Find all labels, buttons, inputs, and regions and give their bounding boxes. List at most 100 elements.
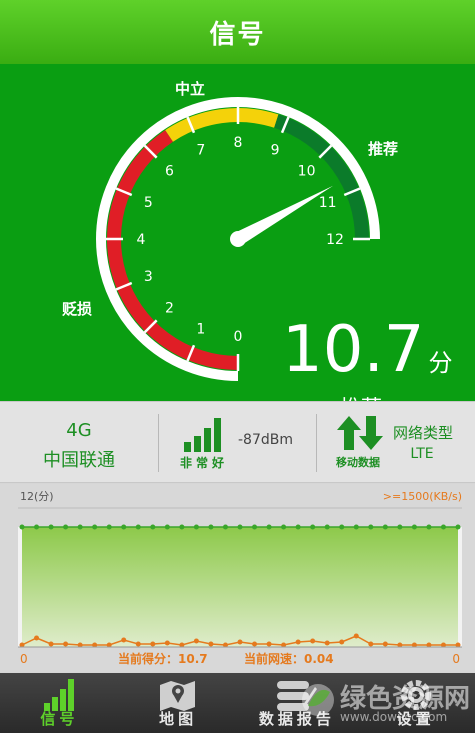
signal-score-readout: 10.7 分 [282, 314, 467, 386]
signal-gauge-panel: 0123456789101112 中立 推荐 贬损 10.7分 推荐 [0, 64, 475, 420]
score-point [121, 524, 127, 530]
speed-point [353, 633, 359, 639]
score-point [339, 524, 345, 530]
score-point [324, 524, 330, 530]
speed-point [324, 640, 330, 646]
score-point [281, 524, 287, 530]
signal-score-value: 10.7 [282, 313, 425, 387]
gauge-zone-poor: 贬损 [62, 300, 93, 318]
gauge-tick-label: 12 [326, 232, 344, 248]
score-point [353, 524, 359, 530]
score-point [135, 524, 141, 530]
speed-point [339, 639, 345, 645]
speed-point [368, 641, 374, 647]
page-title: 信号 [209, 19, 266, 50]
score-point [368, 524, 374, 530]
gauge-tick-label: 3 [144, 269, 153, 285]
score-point [440, 524, 446, 530]
score-point [426, 524, 432, 530]
speed-point [150, 641, 156, 647]
score-point [106, 524, 112, 530]
score-point [63, 524, 69, 530]
gauge-tick-label: 7 [196, 142, 205, 158]
speed-point [63, 641, 69, 647]
tab-map[interactable]: 地图 [119, 673, 238, 733]
gauge-tick-label: 1 [196, 322, 205, 338]
score-point [34, 524, 40, 530]
score-point [150, 524, 156, 530]
gauge-zone-yellow [165, 108, 279, 142]
speed-point [164, 640, 170, 646]
info-divider [316, 414, 317, 472]
gauge-needle-hub [230, 231, 246, 247]
gauge-needle [234, 185, 334, 246]
signal-dbm: -87dBm [238, 432, 293, 448]
speed-point [193, 638, 199, 644]
chart-x-right-label: 0 [452, 652, 460, 666]
score-point [295, 524, 301, 530]
gauge-tick-label: 5 [144, 195, 153, 211]
app-header: 信号 [0, 0, 475, 64]
speed-point [295, 639, 301, 645]
gauge-tick-label: 6 [165, 163, 174, 179]
report-icon [276, 681, 317, 711]
tab-signal[interactable]: 信号 [0, 673, 119, 733]
speed-point [121, 637, 127, 643]
tab-label: 设置 [396, 710, 435, 728]
speed-point [237, 639, 243, 645]
chart-left-axis-label: 12(分) [20, 490, 54, 503]
network-carrier: 中国联通 [43, 450, 115, 471]
speed-point [310, 638, 316, 644]
gauge-tick-label: 2 [165, 301, 174, 317]
map-icon [160, 681, 196, 711]
tab-label: 数据报告 [258, 710, 335, 728]
info-divider [158, 414, 159, 472]
network-info-row: 4G 中国联通 非常好 -87dBm 移动数据 网络类型 LTE [0, 401, 475, 483]
speed-point [34, 635, 40, 641]
score-point [179, 524, 185, 530]
gauge-tick-label: 0 [234, 329, 243, 345]
speed-point [135, 641, 141, 647]
history-chart-panel: 12(分) >=1500(KB/s) 0 当前得分：10.7 当前网速：0.04… [0, 484, 475, 672]
score-point [77, 524, 83, 530]
network-generation: 4G [66, 420, 92, 441]
signal-score-unit: 分 [428, 349, 453, 377]
score-point [237, 524, 243, 530]
mobile-data-arrows-icon [337, 416, 383, 450]
score-point [397, 524, 403, 530]
network-type-value: LTE [410, 446, 434, 462]
speed-point [382, 641, 388, 647]
speed-point [208, 641, 214, 647]
signal-strength-icon [184, 418, 221, 452]
tab-report[interactable]: 数据报告 [238, 673, 357, 733]
gauge-tick-label: 11 [319, 195, 337, 211]
speed-point [252, 641, 258, 647]
score-point [92, 524, 98, 530]
gauge-tick-label: 10 [298, 163, 316, 179]
gauge-zone-neutral: 中立 [175, 80, 206, 98]
network-type-label: 网络类型 [393, 424, 454, 442]
tab-label: 地图 [159, 710, 198, 728]
score-point [252, 524, 258, 530]
tab-label: 信号 [40, 710, 79, 728]
gear-icon [400, 680, 431, 710]
mobile-data-label: 移动数据 [336, 456, 380, 469]
score-point [193, 524, 199, 530]
chart-speed-text: 当前网速：0.04 [244, 651, 334, 666]
score-point [19, 524, 25, 530]
chart-right-axis-label: >=1500(KB/s) [383, 490, 462, 503]
score-point [382, 524, 388, 530]
gauge-tick-label: 4 [137, 232, 146, 248]
gauge-zone-recommend: 推荐 [368, 140, 399, 158]
gauge-tick-label: 9 [271, 142, 280, 158]
chart-score-text: 当前得分：10.7 [118, 651, 208, 666]
score-point [222, 524, 228, 530]
speed-point [266, 641, 272, 647]
speed-point [48, 641, 54, 647]
score-point [208, 524, 214, 530]
signal-bars-icon [44, 679, 75, 711]
score-point [411, 524, 417, 530]
chart-x-left-label: 0 [20, 652, 28, 666]
tab-settings[interactable]: 设置 [356, 673, 475, 733]
score-point [266, 524, 272, 530]
